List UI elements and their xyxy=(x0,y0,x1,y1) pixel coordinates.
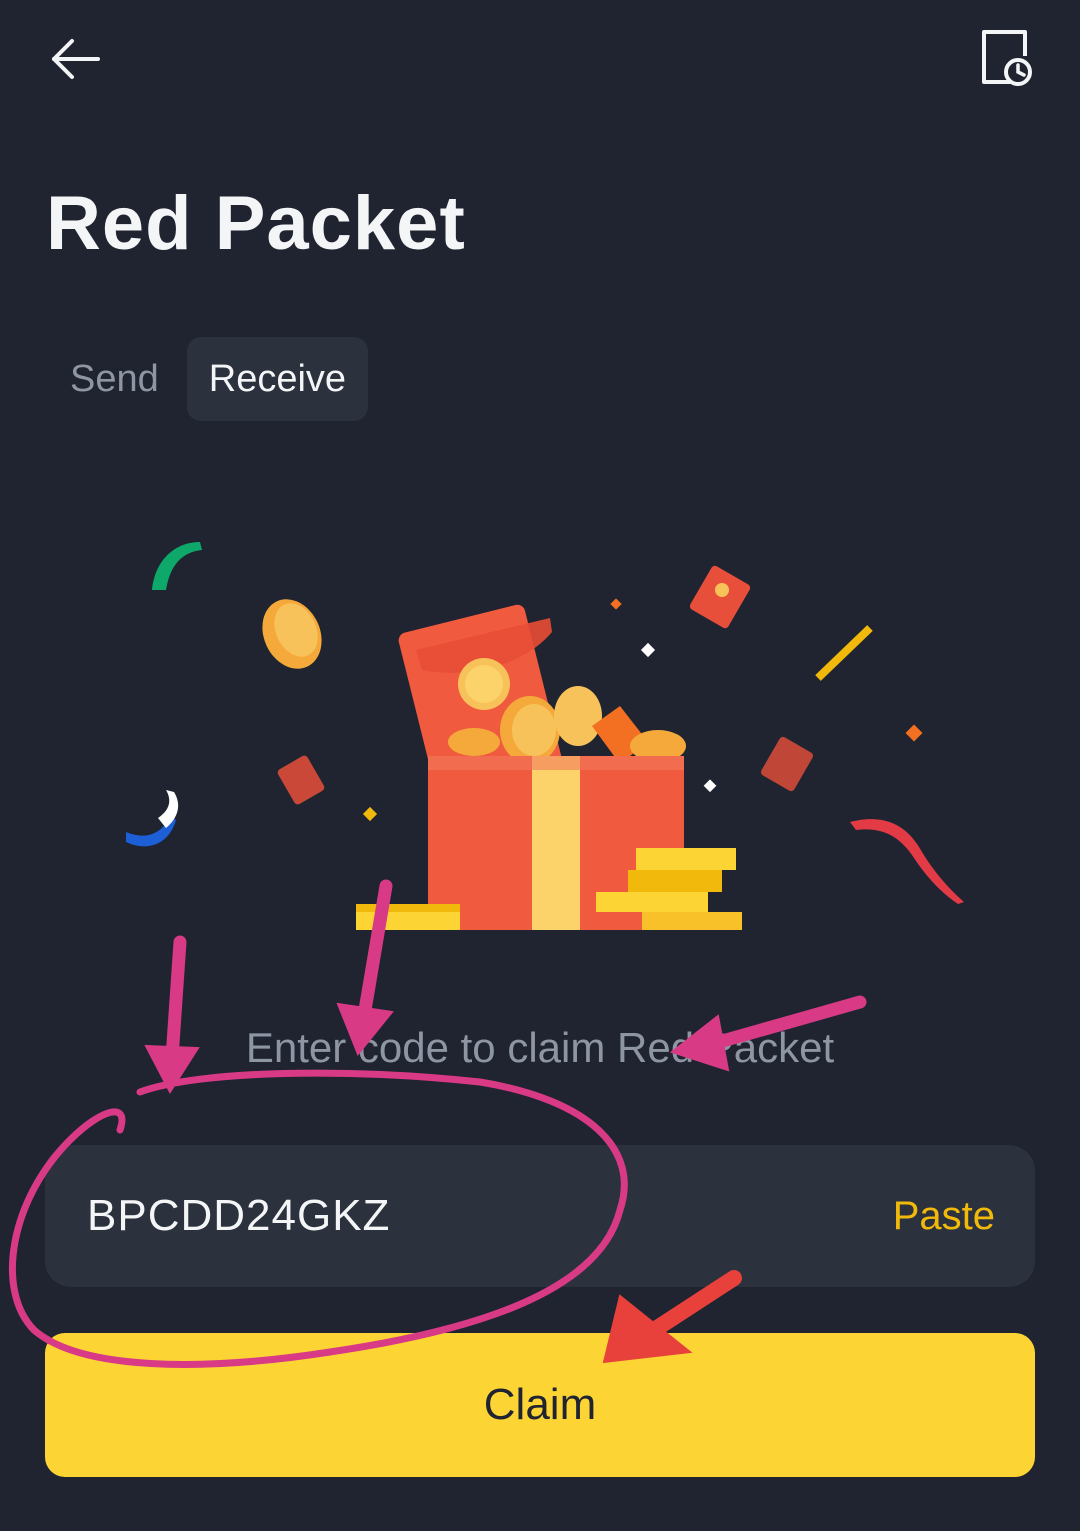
code-input-field[interactable]: Paste xyxy=(45,1145,1035,1287)
tab-send[interactable]: Send xyxy=(48,337,181,421)
claim-button[interactable]: Claim xyxy=(45,1333,1035,1477)
page-title: Red Packet xyxy=(46,181,466,266)
arrow-left-icon xyxy=(52,39,100,79)
gift-box-illustration xyxy=(126,542,964,930)
claim-prompt-text: Enter code to claim Red Packet xyxy=(245,1024,835,1071)
history-button[interactable] xyxy=(975,26,1039,92)
back-button[interactable] xyxy=(40,30,110,90)
paste-button[interactable]: Paste xyxy=(893,1194,995,1239)
document-clock-icon xyxy=(982,30,1032,86)
tab-receive[interactable]: Receive xyxy=(186,337,369,421)
tab-bar: Send Receive xyxy=(48,337,369,421)
code-input[interactable] xyxy=(85,1190,689,1242)
